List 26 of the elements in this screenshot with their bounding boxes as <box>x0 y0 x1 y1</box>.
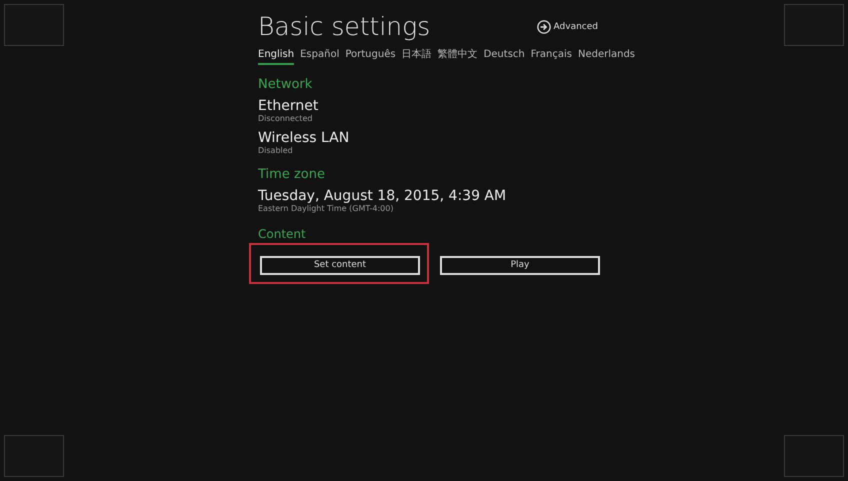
language-tab[interactable]: 繁體中文 <box>438 47 478 65</box>
arrow-circle-icon <box>536 20 551 34</box>
corner-marker <box>784 435 844 477</box>
language-tab[interactable]: 日本語 <box>402 47 432 65</box>
content-button[interactable]: Set content <box>260 256 420 274</box>
section-heading: Network <box>258 77 314 92</box>
language-tab[interactable]: English <box>258 47 294 65</box>
content-button[interactable]: Play <box>440 256 600 274</box>
language-tab[interactable]: Français <box>530 47 572 65</box>
language-tab[interactable]: Nederlands <box>578 47 636 65</box>
setting-status: Disabled <box>258 146 294 155</box>
language-tab[interactable]: Português <box>345 47 396 65</box>
corner-marker <box>784 4 844 46</box>
setting-title: Tuesday, August 18, 2015, 4:39 AM <box>258 188 508 204</box>
setting-status: Eastern Daylight Time (GMT-4:00) <box>258 204 394 213</box>
setting-title: Wireless LAN <box>258 130 350 146</box>
setting-status: Disconnected <box>258 114 314 123</box>
corner-marker <box>4 435 64 477</box>
language-tab[interactable]: Español <box>300 47 340 65</box>
language-tab[interactable]: Deutsch <box>484 47 525 65</box>
advanced-button[interactable]: Advanced <box>536 20 598 34</box>
section-heading: Time zone <box>258 167 326 182</box>
section-heading: Content <box>258 227 307 241</box>
corner-marker <box>4 4 64 46</box>
setting-title: Ethernet <box>258 98 320 114</box>
page-title: Basic settings <box>258 12 430 41</box>
